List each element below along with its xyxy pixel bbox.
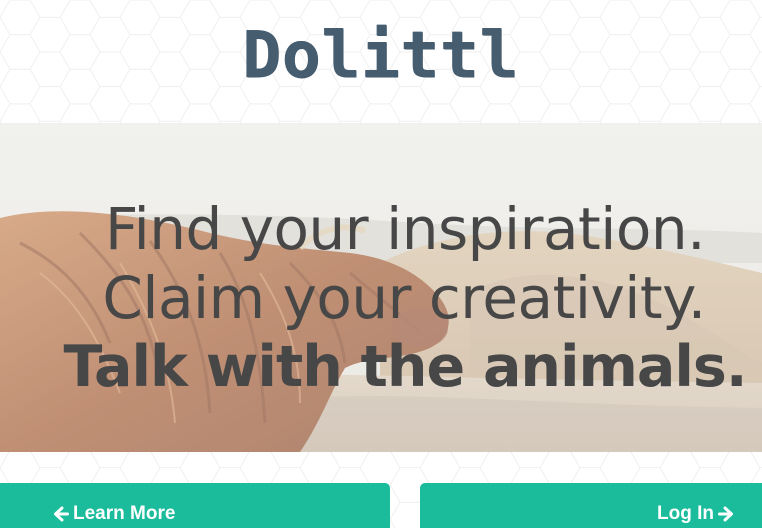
login-label: Log In	[657, 503, 714, 524]
arrow-left-icon	[54, 506, 69, 522]
login-button[interactable]: Log In	[420, 483, 762, 528]
learn-more-label: Learn More	[73, 503, 176, 524]
learn-more-button[interactable]: Learn More	[0, 483, 390, 528]
arrow-right-icon	[718, 506, 733, 522]
hero-line-inspiration: Find your inspiration.	[104, 195, 706, 263]
hero-tagline: Find your inspiration. Claim your creati…	[0, 195, 762, 402]
hero-banner: Find your inspiration. Claim your creati…	[0, 123, 762, 452]
site-logo[interactable]: Dolittl	[0, 18, 762, 94]
hero-line-animals: Talk with the animals.	[63, 334, 747, 400]
hero-line-creativity: Claim your creativity.	[102, 264, 706, 332]
